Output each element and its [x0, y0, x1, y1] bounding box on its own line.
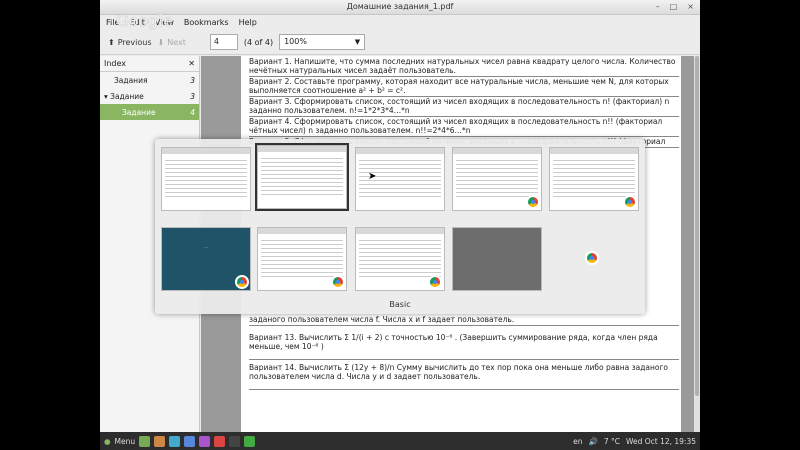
firefox-icon[interactable]	[154, 435, 166, 447]
chrome-icon	[526, 195, 540, 209]
previous-label: Previous	[117, 37, 152, 47]
terminal-icon[interactable]	[229, 435, 241, 447]
chrome-icon	[428, 275, 442, 289]
chrome-icon	[235, 275, 249, 289]
sidebar-item-2[interactable]: Задание 4	[100, 104, 199, 120]
doc-line: Вариант 4. Сформировать список, состоящи…	[249, 116, 679, 137]
volume-icon[interactable]: 🔊	[588, 437, 597, 446]
mouse-cursor-icon: ➤	[368, 171, 377, 182]
arrow-down-icon: ⬇	[157, 37, 165, 47]
menu-icon[interactable]: ●	[104, 437, 111, 446]
maximize-button[interactable]: □	[670, 2, 678, 11]
window-title: Домашние задания_1.pdf	[346, 2, 454, 11]
doc-line: Вариант 2. Составьте программу, которая …	[249, 76, 679, 97]
next-label: Next	[167, 37, 186, 47]
taskbar: ● Menu en 🔊 7 °C Wed Oct 12, 19:35	[100, 432, 700, 450]
window-switcher: ··· Basic	[155, 139, 645, 314]
sidebar-header: Index ✕	[100, 56, 199, 72]
menu-bookmarks[interactable]: Bookmarks	[184, 18, 229, 27]
language-indicator[interactable]: en	[573, 437, 582, 446]
titlebar: Домашние задания_1.pdf – □ ×	[100, 0, 700, 15]
doc-line: заданого пользователем числа f. Числа x …	[249, 314, 679, 326]
window-thumbnail[interactable]	[161, 147, 251, 211]
minimize-button[interactable]: –	[656, 2, 660, 11]
close-button[interactable]: ×	[687, 2, 694, 11]
weather-temperature: 7 °C	[603, 436, 620, 446]
vertical-scrollbar[interactable]	[694, 56, 700, 432]
clock[interactable]: Wed Oct 12, 19:35	[626, 437, 696, 446]
sidebar-item-1[interactable]: ▾ Задание 3	[100, 88, 199, 104]
chrome-icon	[331, 275, 345, 289]
page-count-label: (4 of 4)	[243, 37, 274, 47]
page-number-input[interactable]: 4	[209, 34, 238, 50]
window-thumbnail-selected[interactable]	[255, 143, 349, 211]
chrome-icon	[623, 195, 637, 209]
doc-line: Вариант 1. Напишите, что сумма последних…	[249, 56, 679, 77]
window-thumbnail[interactable]	[452, 227, 542, 291]
start-menu-button[interactable]: Menu	[115, 437, 136, 446]
close-icon[interactable]: ✕	[188, 59, 195, 68]
google-watermark-logo: Google	[116, 11, 173, 30]
app-icon[interactable]	[199, 435, 211, 447]
toolbar: ⬆ Previous ⬇ Next 4 (4 of 4) 100% ▼	[100, 30, 700, 55]
menubar: File Edit View Bookmarks Help	[100, 15, 700, 29]
doc-line: Вариант 3. Сформировать список, состоящи…	[249, 96, 679, 117]
zoom-select[interactable]: 100% ▼	[279, 34, 366, 50]
doc-line: Вариант 14. Вычислить Σ (12y + 8)/n Сумм…	[249, 362, 679, 390]
next-button[interactable]: ⬇ Next	[158, 38, 186, 47]
chrome-task-icon[interactable]	[244, 435, 256, 447]
skype-icon[interactable]	[169, 435, 181, 447]
sidebar-item-label: Задания	[114, 75, 148, 85]
folder-icon[interactable]	[139, 435, 151, 447]
sidebar-title: Index	[104, 59, 127, 68]
sidebar-item-label: Задание	[122, 107, 156, 117]
arrow-up-icon: ⬆	[108, 37, 115, 47]
sidebar-item-page: 4	[190, 107, 195, 117]
previous-button[interactable]: ⬆ Previous	[108, 38, 152, 47]
menu-help[interactable]: Help	[239, 18, 257, 27]
chevron-down-icon: ▼	[354, 38, 361, 46]
zoom-value: 100%	[284, 37, 307, 46]
sidebar-item-0[interactable]: Задания 3	[100, 72, 199, 88]
switcher-label: Basic	[389, 300, 411, 309]
sidebar-item-page: 3	[190, 91, 195, 101]
chrome-icon	[585, 251, 599, 265]
pdf-icon[interactable]	[214, 435, 226, 447]
doc-line: Вариант 13. Вычислить Σ 1/(i + 2) с точн…	[249, 332, 679, 360]
sidebar-item-label: Задание	[110, 91, 144, 101]
browser-icon[interactable]	[184, 435, 196, 447]
sidebar-item-page: 3	[190, 75, 195, 85]
